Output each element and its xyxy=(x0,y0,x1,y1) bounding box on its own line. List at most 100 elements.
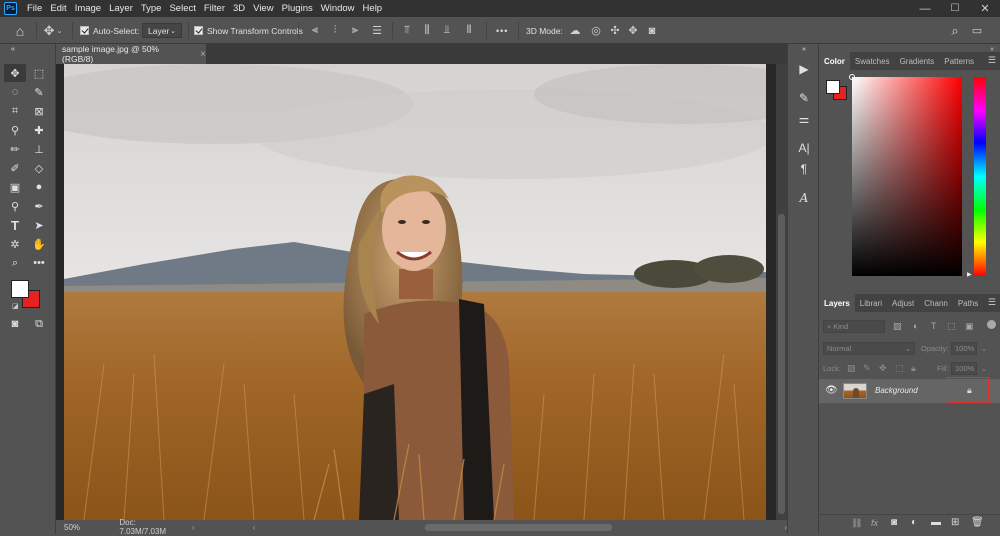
layer-name[interactable]: Background xyxy=(875,386,918,395)
align-center-icon[interactable]: ⫶ xyxy=(328,17,342,44)
align-middle-icon[interactable]: ⫼ xyxy=(420,17,434,44)
eraser-tool-icon[interactable]: ◇ xyxy=(28,159,50,177)
adjustments-icon[interactable]: ⚌ xyxy=(794,110,814,128)
menu-help[interactable]: Help xyxy=(359,3,387,14)
play-actions-icon[interactable]: ▶ xyxy=(794,60,814,78)
horizontal-scrollbar-thumb[interactable] xyxy=(425,523,613,531)
close-button[interactable]: ✕ xyxy=(970,0,1000,17)
gradient-tool-icon[interactable]: ▣ xyxy=(4,178,26,196)
collapse-strip-icon[interactable]: » xyxy=(794,46,814,53)
default-colors-icon[interactable]: ◪ xyxy=(12,302,20,310)
crop-tool-icon[interactable]: ⌗ xyxy=(4,102,26,120)
document-tab[interactable]: sample image.jpg @ 50% (RGB/8) × xyxy=(56,44,206,64)
dodge-tool-icon[interactable]: ⚲ xyxy=(4,197,26,215)
roll-3d-icon[interactable]: ◎ xyxy=(589,17,603,44)
type-tool-icon[interactable]: T xyxy=(4,216,26,234)
quick-selection-tool-icon[interactable]: ✎ xyxy=(28,83,50,101)
search-icon[interactable]: ⌕ xyxy=(948,17,962,44)
character-panel-icon[interactable]: A| xyxy=(794,139,814,157)
layer-effects-icon[interactable]: fx xyxy=(871,518,878,528)
show-transform-checkbox[interactable]: Show Transform Controls xyxy=(194,17,303,44)
filter-smart-object-icon[interactable]: ▣ xyxy=(965,321,974,332)
shape-tool-icon[interactable]: ✲ xyxy=(4,235,26,253)
status-arrow-icon[interactable]: › xyxy=(192,523,195,532)
tab-adjustments[interactable]: Adjust xyxy=(887,294,919,312)
fill-field[interactable]: 100% xyxy=(951,362,977,375)
blend-mode-dropdown[interactable]: Normal ⌄ xyxy=(823,342,915,355)
pen-tool-icon[interactable]: ✒ xyxy=(28,197,50,215)
tab-patterns[interactable]: Patterns xyxy=(939,52,979,70)
filter-toggle-icon[interactable] xyxy=(987,320,996,329)
more-tools-icon[interactable]: ••• xyxy=(28,254,50,272)
layers-panel-menu-icon[interactable]: ☰ xyxy=(988,297,996,308)
auto-select-target-dropdown[interactable]: Layer ⌄ xyxy=(142,17,182,44)
quick-mask-icon[interactable]: ◙ xyxy=(4,315,26,333)
blur-tool-icon[interactable]: ● xyxy=(28,178,50,196)
color-picker-field[interactable] xyxy=(849,74,962,276)
workspace-icon[interactable]: ▭ xyxy=(970,17,984,44)
marquee-tool-icon[interactable]: ⬚ xyxy=(28,64,50,82)
menu-window[interactable]: Window xyxy=(317,3,359,14)
brush-settings-icon[interactable]: ✎ xyxy=(794,89,814,107)
brush-tool-icon[interactable]: ✏ xyxy=(4,140,26,158)
menu-filter[interactable]: Filter xyxy=(200,3,229,14)
tab-libraries[interactable]: Librari xyxy=(855,294,887,312)
filter-type-icon[interactable]: T xyxy=(931,321,937,331)
frame-tool-icon[interactable]: ⊠ xyxy=(28,102,50,120)
add-mask-icon[interactable]: ◙ xyxy=(891,517,897,528)
glyphs-panel-icon[interactable]: A xyxy=(794,189,814,207)
vertical-scrollbar-thumb[interactable] xyxy=(778,214,785,514)
move-tool-preset-icon[interactable]: ✥ ⌄ xyxy=(42,17,64,44)
tab-channels[interactable]: Chann xyxy=(919,294,953,312)
tab-layers[interactable]: Layers xyxy=(819,294,855,312)
menu-file[interactable]: File xyxy=(23,3,46,14)
lock-all-icon[interactable]: 🔒︎ xyxy=(911,363,916,374)
history-brush-tool-icon[interactable]: ✐ xyxy=(4,159,26,177)
menu-plugins[interactable]: Plugins xyxy=(278,3,317,14)
move-tool-icon[interactable]: ✥ xyxy=(4,64,26,82)
zoom-level[interactable]: 50% xyxy=(64,523,103,532)
maximize-button[interactable]: ☐ xyxy=(940,0,970,17)
hue-slider[interactable] xyxy=(974,77,986,276)
color-panel-foreground-swatch[interactable] xyxy=(826,80,840,94)
new-group-icon[interactable]: ▬ xyxy=(931,517,941,528)
more-options-button[interactable]: ••• xyxy=(496,17,508,44)
opacity-field[interactable]: 100% xyxy=(951,342,977,355)
filter-adjustment-icon[interactable]: ◐ xyxy=(913,321,918,331)
screen-mode-icon[interactable]: ⧉ xyxy=(28,315,50,333)
pan-3d-icon[interactable]: ✣ xyxy=(608,17,622,44)
panel-menu-icon[interactable]: ☰ xyxy=(988,55,996,66)
align-top-icon[interactable]: ⫪ xyxy=(400,17,414,44)
delete-layer-icon[interactable]: 🗑︎ xyxy=(971,517,984,528)
close-tab-icon[interactable]: × xyxy=(200,49,206,60)
tab-gradients[interactable]: Gradients xyxy=(895,52,940,70)
menu-3d[interactable]: 3D xyxy=(229,3,249,14)
distribute-icon[interactable]: ☰ xyxy=(370,17,384,44)
tab-paths[interactable]: Paths xyxy=(953,294,983,312)
eyedropper-tool-icon[interactable]: ⚲ xyxy=(4,121,26,139)
align-left-icon[interactable]: ⫷ xyxy=(308,17,322,44)
menu-image[interactable]: Image xyxy=(71,3,105,14)
healing-brush-tool-icon[interactable]: ✚ xyxy=(28,121,50,139)
home-icon[interactable]: ⌂ xyxy=(10,17,30,44)
menu-layer[interactable]: Layer xyxy=(105,3,137,14)
canvas-area[interactable] xyxy=(56,64,787,520)
lock-image-icon[interactable]: ✎ xyxy=(863,363,871,374)
distribute-vertical-icon[interactable]: ⦀ xyxy=(462,17,476,44)
lock-position-icon[interactable]: ✥ xyxy=(879,363,887,374)
path-selection-tool-icon[interactable]: ➤ xyxy=(28,216,50,234)
clone-stamp-tool-icon[interactable]: ⊥ xyxy=(28,140,50,158)
tab-color[interactable]: Color xyxy=(819,52,850,70)
new-layer-icon[interactable]: ⊞ xyxy=(951,517,959,528)
color-picker-cursor[interactable] xyxy=(849,74,855,80)
menu-select[interactable]: Select xyxy=(165,3,199,14)
lock-artboard-icon[interactable]: ⬚ xyxy=(895,363,904,374)
tab-swatches[interactable]: Swatches xyxy=(850,52,895,70)
foreground-color-swatch[interactable] xyxy=(11,280,29,298)
menu-view[interactable]: View xyxy=(249,3,277,14)
visibility-eye-icon[interactable]: 👁︎ xyxy=(825,385,838,396)
hand-tool-icon[interactable]: ✋ xyxy=(28,235,50,253)
fill-chevron-icon[interactable]: ⌄ xyxy=(981,364,987,373)
filter-shape-icon[interactable]: ⬚ xyxy=(947,321,956,332)
align-right-icon[interactable]: ⫸ xyxy=(348,17,362,44)
